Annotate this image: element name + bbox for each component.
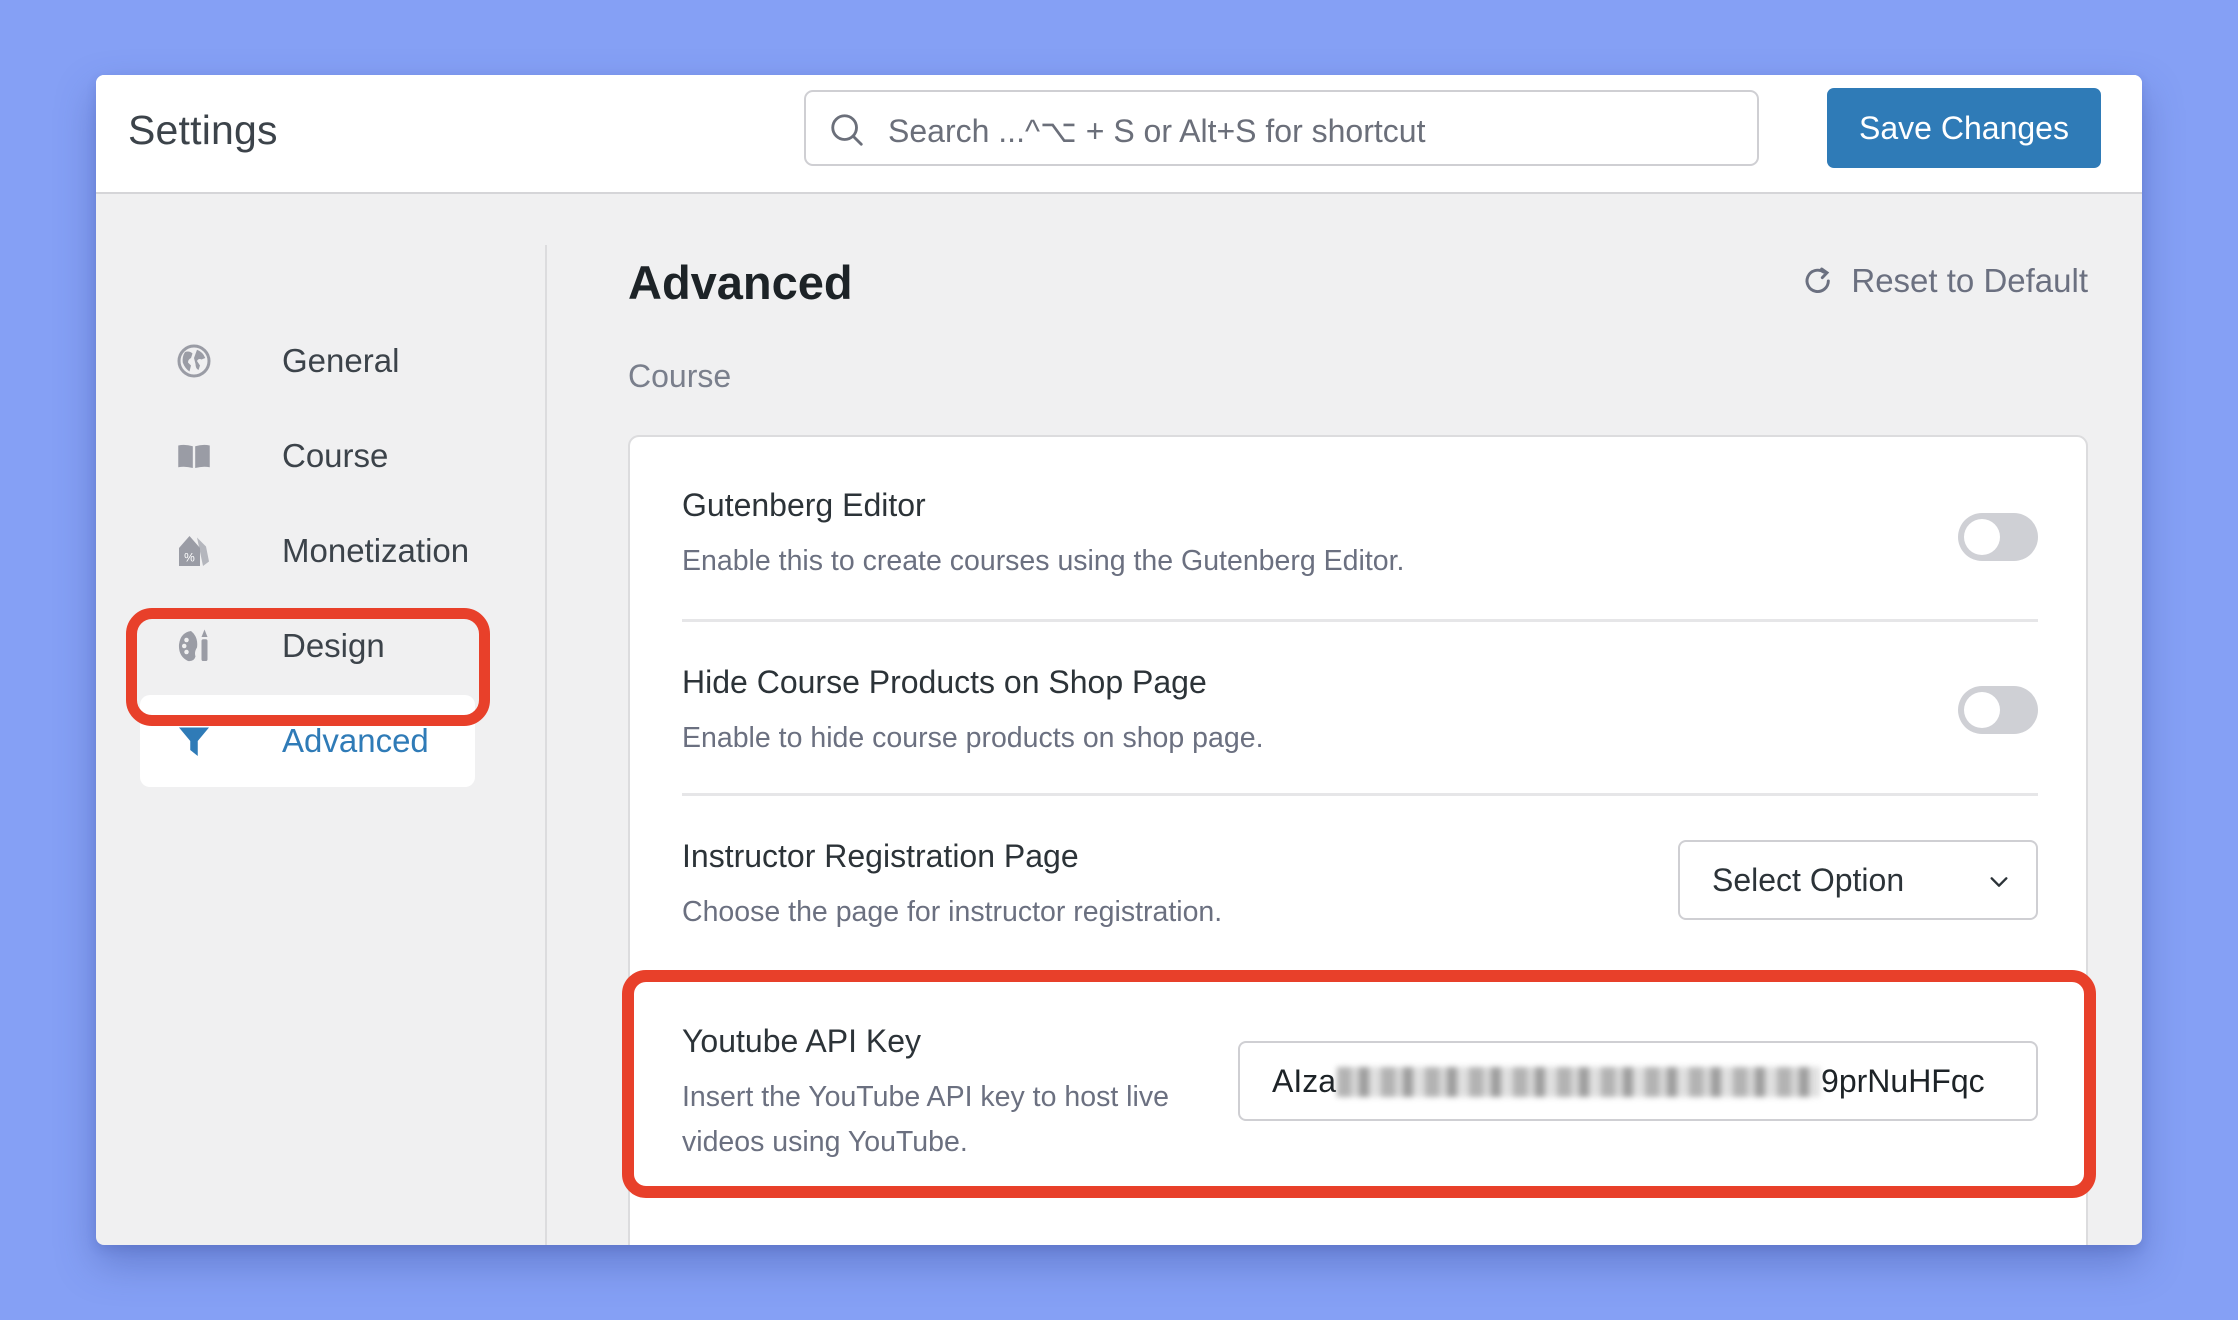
setting-youtube-api-key: Youtube API Key Insert the YouTube API k… [682, 977, 2038, 1237]
reset-to-default-button[interactable]: Reset to Default [1803, 262, 2088, 300]
chevron-down-icon [1990, 877, 2008, 887]
sidebar-item-label: Monetization [282, 532, 470, 569]
svg-text:%: % [184, 551, 195, 565]
setting-hide-course-products: Hide Course Products on Shop Page Enable… [682, 622, 2038, 796]
sidebar-item-label: Course [282, 437, 389, 474]
sidebar-divider [545, 245, 547, 1245]
sidebar-item-label: General [282, 342, 400, 379]
settings-card: Gutenberg Editor Enable this to create c… [628, 435, 2088, 1245]
price-tag-icon: % [179, 536, 209, 566]
toggle-knob [1964, 519, 2000, 555]
setting-title: Instructor Registration Page [682, 838, 1079, 874]
app-title: Settings [128, 107, 278, 153]
setting-instructor-registration-page: Instructor Registration Page Choose the … [682, 796, 2038, 970]
setting-description: Enable this to create courses using the … [682, 545, 1405, 577]
sidebar-item-label: Advanced [282, 722, 429, 759]
select-value: Select Option [1712, 862, 1905, 898]
hide-course-products-toggle[interactable] [1958, 686, 2038, 734]
obscured-key-segment [1337, 1066, 1821, 1097]
setting-gutenberg-editor: Gutenberg Editor Enable this to create c… [682, 437, 2038, 617]
save-changes-button[interactable]: Save Changes [1827, 88, 2101, 168]
setting-title: Youtube API Key [682, 1023, 922, 1059]
youtube-api-key-input[interactable]: AIza 9prNuHFqc [1238, 1041, 2038, 1121]
search-input[interactable]: Search ...^⌥ + S or Alt+S for shortcut [804, 90, 1759, 166]
search-placeholder: Search ...^⌥ + S or Alt+S for shortcut [888, 113, 1426, 149]
instructor-registration-page-select[interactable]: Select Option [1678, 840, 2038, 920]
api-key-suffix: 9prNuHFqc [1821, 1063, 1985, 1099]
settings-window: Settings Search ...^⌥ + S or Alt+S for s… [96, 75, 2142, 1245]
book-icon [178, 444, 210, 468]
gutenberg-editor-toggle[interactable] [1958, 513, 2038, 561]
reset-label: Reset to Default [1851, 262, 2088, 299]
sidebar-item-design[interactable]: Design [140, 600, 475, 692]
setting-title: Hide Course Products on Shop Page [682, 664, 1207, 700]
setting-title: Gutenberg Editor [682, 487, 926, 523]
sidebar-item-monetization[interactable]: % Monetization [140, 505, 475, 597]
sidebar-item-advanced[interactable]: Advanced [140, 695, 475, 787]
search-icon [831, 114, 863, 146]
api-key-prefix: AIza [1272, 1063, 1337, 1099]
toggle-knob [1964, 692, 2000, 728]
globe-icon [177, 344, 211, 378]
header: Settings Search ...^⌥ + S or Alt+S for s… [96, 75, 2142, 194]
setting-description: Enable to hide course products on shop p… [682, 722, 1264, 754]
page-heading: Advanced [628, 256, 853, 309]
sidebar-item-course[interactable]: Course [140, 410, 475, 502]
setting-description: Insert the YouTube API key to host live … [682, 1081, 1169, 1158]
setting-description: Choose the page for instructor registrat… [682, 896, 1223, 928]
palette-icon [178, 629, 208, 662]
section-label: Course [628, 358, 732, 394]
refresh-icon [1805, 267, 1831, 294]
filter-icon [179, 727, 209, 756]
sidebar-item-general[interactable]: General [140, 315, 475, 407]
api-key-value: AIza 9prNuHFqc [1272, 1063, 1985, 1100]
sidebar: General Course % Monetization Design Adv… [96, 194, 545, 1245]
sidebar-item-label: Design [282, 627, 385, 664]
